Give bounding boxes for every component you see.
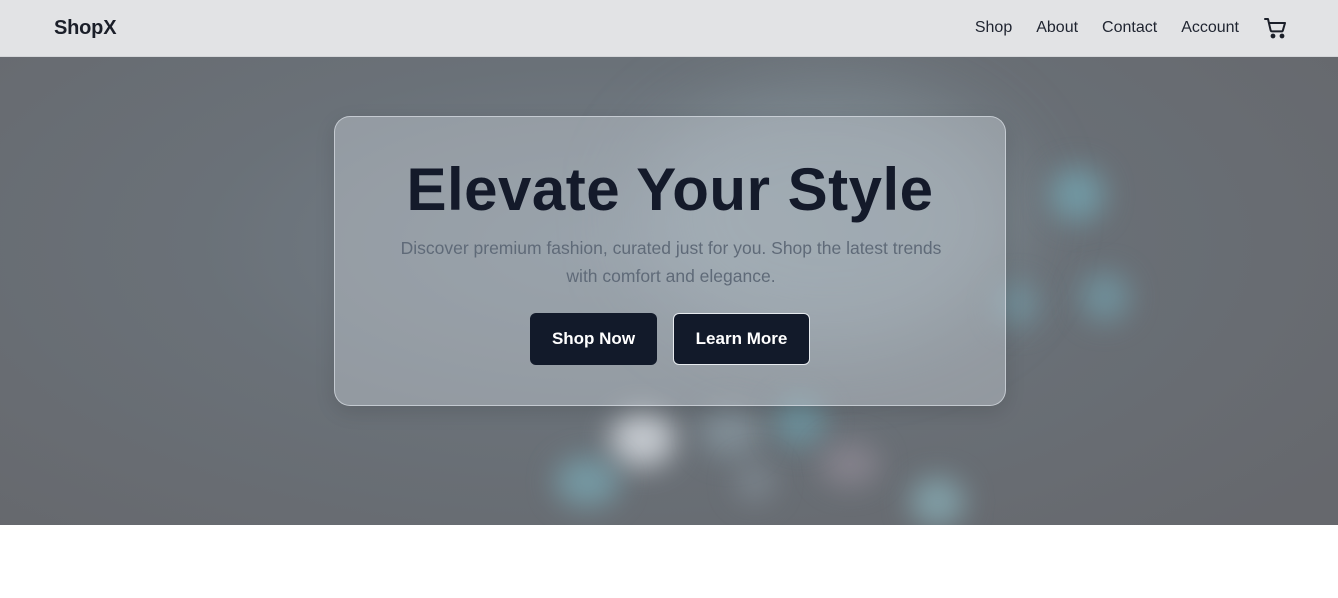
background-bokeh <box>1080 272 1130 322</box>
nav-link-account[interactable]: Account <box>1181 19 1239 37</box>
background-bokeh <box>735 462 775 502</box>
background-bokeh <box>610 412 675 467</box>
nav-link-about[interactable]: About <box>1036 19 1078 37</box>
background-bokeh <box>910 477 965 525</box>
cart-icon[interactable] <box>1264 16 1288 40</box>
hero-banner: Elevate Your Style Discover premium fash… <box>0 57 1338 525</box>
hero-card: Elevate Your Style Discover premium fash… <box>334 116 1006 406</box>
shop-now-button[interactable]: Shop Now <box>530 313 657 365</box>
background-bokeh <box>555 457 620 507</box>
background-bokeh <box>820 442 880 487</box>
nav-link-contact[interactable]: Contact <box>1102 19 1157 37</box>
hero-subtitle: Discover premium fashion, curated just f… <box>400 238 942 286</box>
top-navbar: ShopX Shop About Contact Account <box>0 0 1338 57</box>
hero-title: Elevate Your Style <box>406 156 934 223</box>
nav-links: Shop About Contact Account <box>975 16 1288 40</box>
learn-more-button[interactable]: Learn More <box>673 313 810 365</box>
brand-logo[interactable]: ShopX <box>54 17 117 40</box>
background-bokeh <box>1050 167 1105 222</box>
background-bokeh <box>700 407 760 457</box>
nav-link-shop[interactable]: Shop <box>975 19 1012 37</box>
